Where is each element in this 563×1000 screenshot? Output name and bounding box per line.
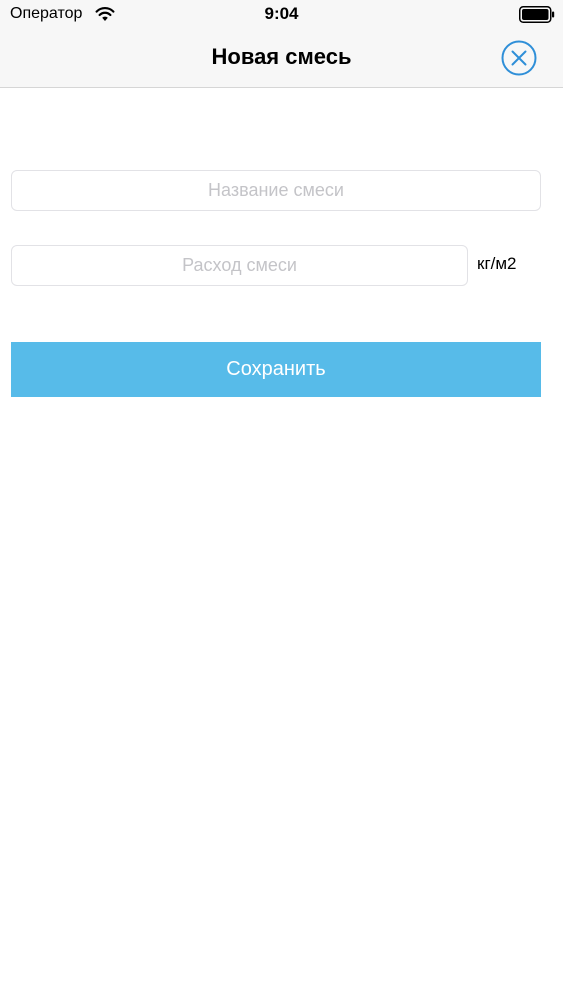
navigation-bar: Новая смесь	[0, 30, 563, 88]
clock: 9:04	[264, 4, 299, 23]
battery-icon	[519, 6, 555, 23]
close-button[interactable]	[500, 39, 538, 77]
consumption-unit-label: кг/м2	[477, 254, 517, 273]
save-button[interactable]: Сохранить	[11, 342, 541, 397]
mix-consumption-input[interactable]	[11, 245, 468, 286]
new-mix-screen: Оператор 9:04 Новая смесь Название смеси…	[0, 0, 563, 1000]
save-button-label: Сохранить	[226, 358, 326, 380]
status-bar: Оператор 9:04	[0, 0, 563, 30]
mix-name-input[interactable]	[11, 170, 541, 211]
close-circle-icon	[501, 40, 537, 76]
page-title: Новая смесь	[211, 44, 352, 69]
